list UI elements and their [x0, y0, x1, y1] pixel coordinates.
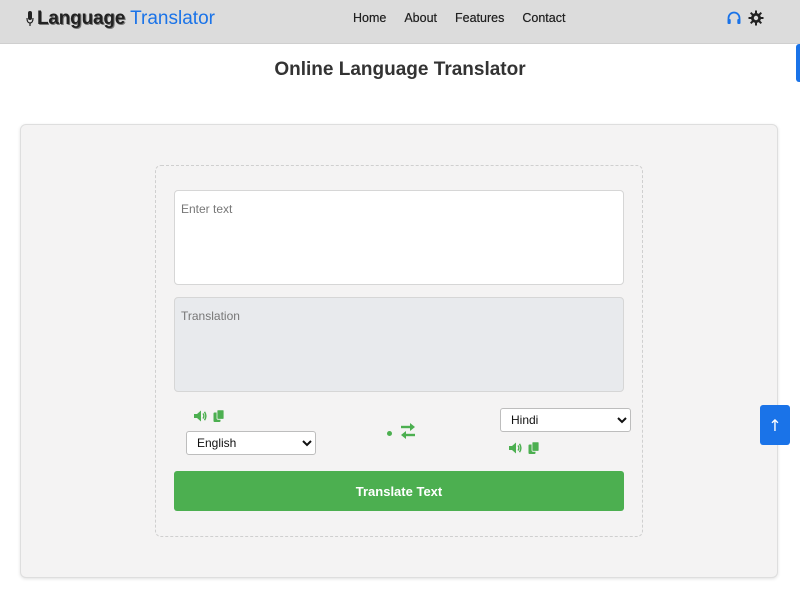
logo-text-light: Translator: [130, 8, 215, 29]
speaker-icon[interactable]: [193, 409, 207, 423]
translation-textarea[interactable]: [174, 297, 624, 392]
speaker-icon[interactable]: [508, 441, 522, 455]
copy-icon[interactable]: [527, 441, 541, 455]
top-navbar: Language Translator Home About Features …: [0, 0, 800, 44]
translate-button[interactable]: Translate Text: [174, 471, 624, 511]
nav-about[interactable]: About: [404, 11, 437, 25]
page-title: Online Language Translator: [274, 59, 526, 80]
nav-home[interactable]: Home: [353, 11, 386, 25]
nav-contact[interactable]: Contact: [522, 11, 565, 25]
gear-icon[interactable]: [748, 10, 764, 26]
headset-icon[interactable]: [726, 10, 742, 26]
swap-languages-icon[interactable]: [399, 421, 417, 441]
from-language-select[interactable]: English: [186, 431, 316, 455]
microphone-icon: [26, 11, 34, 26]
main-nav: Home About Features Contact: [353, 11, 583, 25]
input-textarea[interactable]: [174, 190, 624, 285]
copy-icon[interactable]: [212, 409, 226, 423]
to-controls: [508, 441, 541, 455]
header-icons: [726, 10, 764, 26]
swap-dot: [387, 431, 392, 436]
logo-text-bold: Language: [37, 8, 126, 29]
logo[interactable]: Language Translator: [26, 7, 215, 31]
nav-features[interactable]: Features: [455, 11, 504, 25]
scroll-to-top-button[interactable]: ↑: [760, 405, 790, 445]
to-language-select[interactable]: Hindi: [500, 408, 631, 432]
from-controls: [193, 409, 226, 423]
